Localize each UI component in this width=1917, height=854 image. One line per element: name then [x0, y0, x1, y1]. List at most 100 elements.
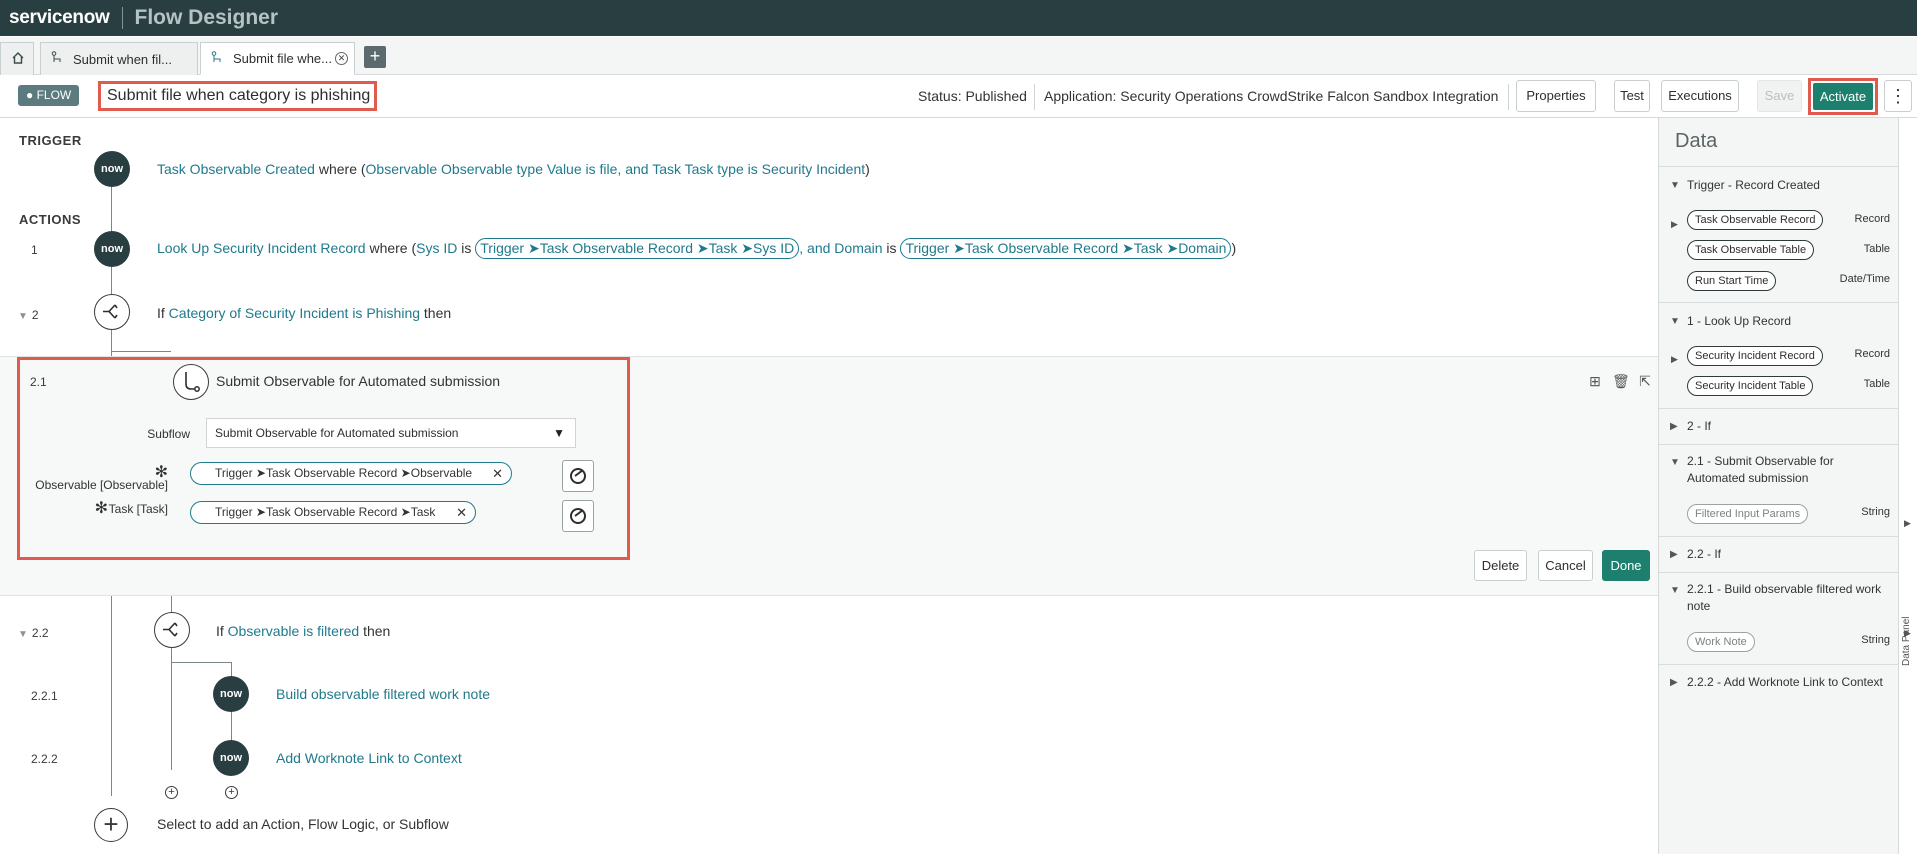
step-2-2-row[interactable]: If Observable is filtered then	[216, 623, 390, 639]
connector-line	[171, 662, 231, 663]
data-section[interactable]: ▶ 2.2.2 - Add Worknote Link to Context	[1659, 664, 1899, 700]
add-step-icon[interactable]: +	[165, 786, 178, 799]
step-number: 2.1	[30, 375, 47, 389]
chevron-down-icon: ▼	[1670, 180, 1680, 191]
chevron-down-icon: ▼	[1670, 457, 1680, 468]
step-2-2-2-name[interactable]: Add Worknote Link to Context	[276, 750, 462, 766]
data-section[interactable]: ▼ 2.2.1 - Build observable filtered work…	[1659, 572, 1899, 626]
flow-status: Status: Published	[918, 88, 1027, 104]
tab-label: Submit file whe...	[233, 51, 332, 66]
clear-icon[interactable]: ✕	[492, 463, 503, 484]
tab-flow-2[interactable]: Submit file whe... ✕	[200, 42, 355, 75]
chevron-right-icon[interactable]: ▶	[1904, 628, 1911, 639]
data-panel-rail[interactable]: ▶ Data Panel ▶	[1898, 118, 1917, 854]
subflow-select[interactable]: Submit Observable for Automated submissi…	[206, 418, 576, 448]
observable-input[interactable]: Trigger ➤Task Observable Record ➤Observa…	[190, 462, 512, 485]
step-number[interactable]: ▼ 2	[18, 308, 39, 322]
add-action-icon[interactable]: +	[94, 808, 128, 842]
data-pill[interactable]: Security Incident Record	[1687, 346, 1823, 366]
properties-button[interactable]: Properties	[1516, 80, 1596, 112]
data-pill[interactable]: Security Incident Table	[1687, 376, 1814, 396]
tab-bar: Submit when fil... Submit file whe... ✕ …	[0, 37, 1917, 75]
tab-home[interactable]	[0, 42, 34, 75]
data-pill[interactable]: Task Observable Record	[1687, 210, 1824, 230]
connector-line	[111, 596, 112, 796]
flow-toolbar: ● FLOW Submit file when category is phis…	[0, 76, 1917, 118]
step-2-2-condition: Observable is filtered	[227, 623, 360, 639]
data-panel-title: Data	[1675, 130, 1718, 152]
data-section[interactable]: ▶ 2.2 - If	[1659, 536, 1899, 572]
task-input[interactable]: Trigger ➤Task Observable Record ➤Task ✕	[190, 501, 476, 524]
subflow-title: Submit Observable for Automated submissi…	[216, 373, 501, 389]
chevron-right-icon[interactable]: ▶	[1671, 354, 1678, 365]
data-pill[interactable]: Trigger ➤Task Observable Record ➤Task ➤S…	[475, 238, 800, 259]
data-type: Table	[1863, 378, 1890, 390]
collapse-caret-icon[interactable]: ▼	[18, 629, 28, 640]
data-pill[interactable]: Run Start Time	[1687, 271, 1777, 291]
data-pill-picker-button[interactable]	[562, 460, 594, 492]
chevron-right-icon: ▶	[1670, 421, 1678, 432]
branch-icon	[94, 294, 130, 330]
chevron-right-icon: ▶	[1670, 677, 1678, 688]
data-type: Record	[1854, 213, 1890, 225]
data-pill-picker-button[interactable]	[562, 500, 594, 532]
activate-button[interactable]: Activate	[1813, 83, 1873, 110]
trigger-row[interactable]: Task Observable Created where (Observabl…	[157, 161, 870, 177]
data-section[interactable]: ▼ Trigger - Record Created	[1659, 166, 1899, 204]
executions-button[interactable]: Executions	[1661, 80, 1739, 112]
data-pill[interactable]: Trigger ➤Task Observable Record ➤Task ➤D…	[900, 238, 1232, 259]
add-step-icon[interactable]: +	[225, 786, 238, 799]
open-external-icon[interactable]: ⇱	[1637, 373, 1653, 389]
subflow-label: Subflow	[147, 427, 190, 441]
now-icon: now	[213, 740, 249, 776]
now-icon: now	[213, 676, 249, 712]
done-button[interactable]: Done	[1602, 550, 1650, 581]
step-1-row[interactable]: Look Up Security Incident Record where (…	[157, 238, 1236, 259]
data-pill[interactable]: Filtered Input Params	[1687, 504, 1809, 524]
add-action-prompt[interactable]: Select to add an Action, Flow Logic, or …	[157, 816, 449, 832]
data-pill[interactable]: Task Observable Table	[1687, 240, 1815, 260]
trigger-section-label: TRIGGER	[19, 133, 82, 148]
save-button[interactable]: Save	[1757, 80, 1802, 112]
activate-highlight: Activate	[1808, 78, 1878, 115]
home-icon	[11, 51, 25, 68]
data-type: String	[1861, 634, 1890, 646]
collapse-caret-icon[interactable]: ▼	[18, 311, 28, 322]
task-label: Task [Task]	[108, 502, 168, 516]
now-icon: now	[94, 151, 130, 187]
actions-section-label: ACTIONS	[19, 212, 81, 227]
tab-flow-1[interactable]: Submit when fil...	[40, 42, 198, 75]
chevron-right-icon[interactable]: ▶	[1904, 518, 1911, 529]
branch-icon	[154, 612, 190, 648]
data-pill[interactable]: Work Note	[1687, 632, 1755, 652]
add-comment-icon[interactable]: ⊞	[1587, 373, 1603, 389]
chevron-right-icon[interactable]: ▶	[1671, 219, 1678, 230]
chevron-right-icon: ▶	[1670, 549, 1678, 560]
data-section[interactable]: ▼ 1 - Look Up Record	[1659, 302, 1899, 340]
more-options-icon[interactable]: ⋮	[1884, 80, 1912, 112]
now-icon: now	[94, 231, 130, 267]
test-button[interactable]: Test	[1614, 80, 1650, 112]
flow-application: Application: Security Operations CrowdSt…	[1044, 88, 1499, 104]
data-type: Table	[1863, 243, 1890, 255]
add-tab-button[interactable]: +	[364, 46, 386, 68]
divider	[1508, 84, 1509, 110]
delete-button[interactable]: Delete	[1474, 550, 1527, 581]
flow-icon	[51, 51, 63, 67]
data-section[interactable]: ▶ 2 - If	[1659, 408, 1899, 444]
close-tab-icon[interactable]: ✕	[335, 52, 348, 65]
step-number: 2.2.1	[31, 689, 58, 703]
step-2-2-1-name[interactable]: Build observable filtered work note	[276, 686, 490, 702]
chevron-down-icon: ▼	[1670, 585, 1680, 596]
data-section[interactable]: ▼ 2.1 - Submit Observable for Automated …	[1659, 444, 1899, 498]
data-type: String	[1861, 506, 1890, 518]
servicenow-logo: servicenow	[9, 7, 110, 28]
clear-icon[interactable]: ✕	[456, 502, 467, 523]
step-1-name: Look Up Security Incident Record	[157, 240, 366, 256]
step-number[interactable]: ▼ 2.2	[18, 626, 49, 640]
dropdown-arrow-icon: ▼	[553, 426, 565, 440]
cancel-button[interactable]: Cancel	[1538, 550, 1593, 581]
step-2-row[interactable]: If Category of Security Incident is Phis…	[157, 305, 451, 321]
trash-icon[interactable]: 🗑	[1612, 373, 1630, 389]
flow-title[interactable]: Submit file when category is phishing	[98, 81, 377, 111]
